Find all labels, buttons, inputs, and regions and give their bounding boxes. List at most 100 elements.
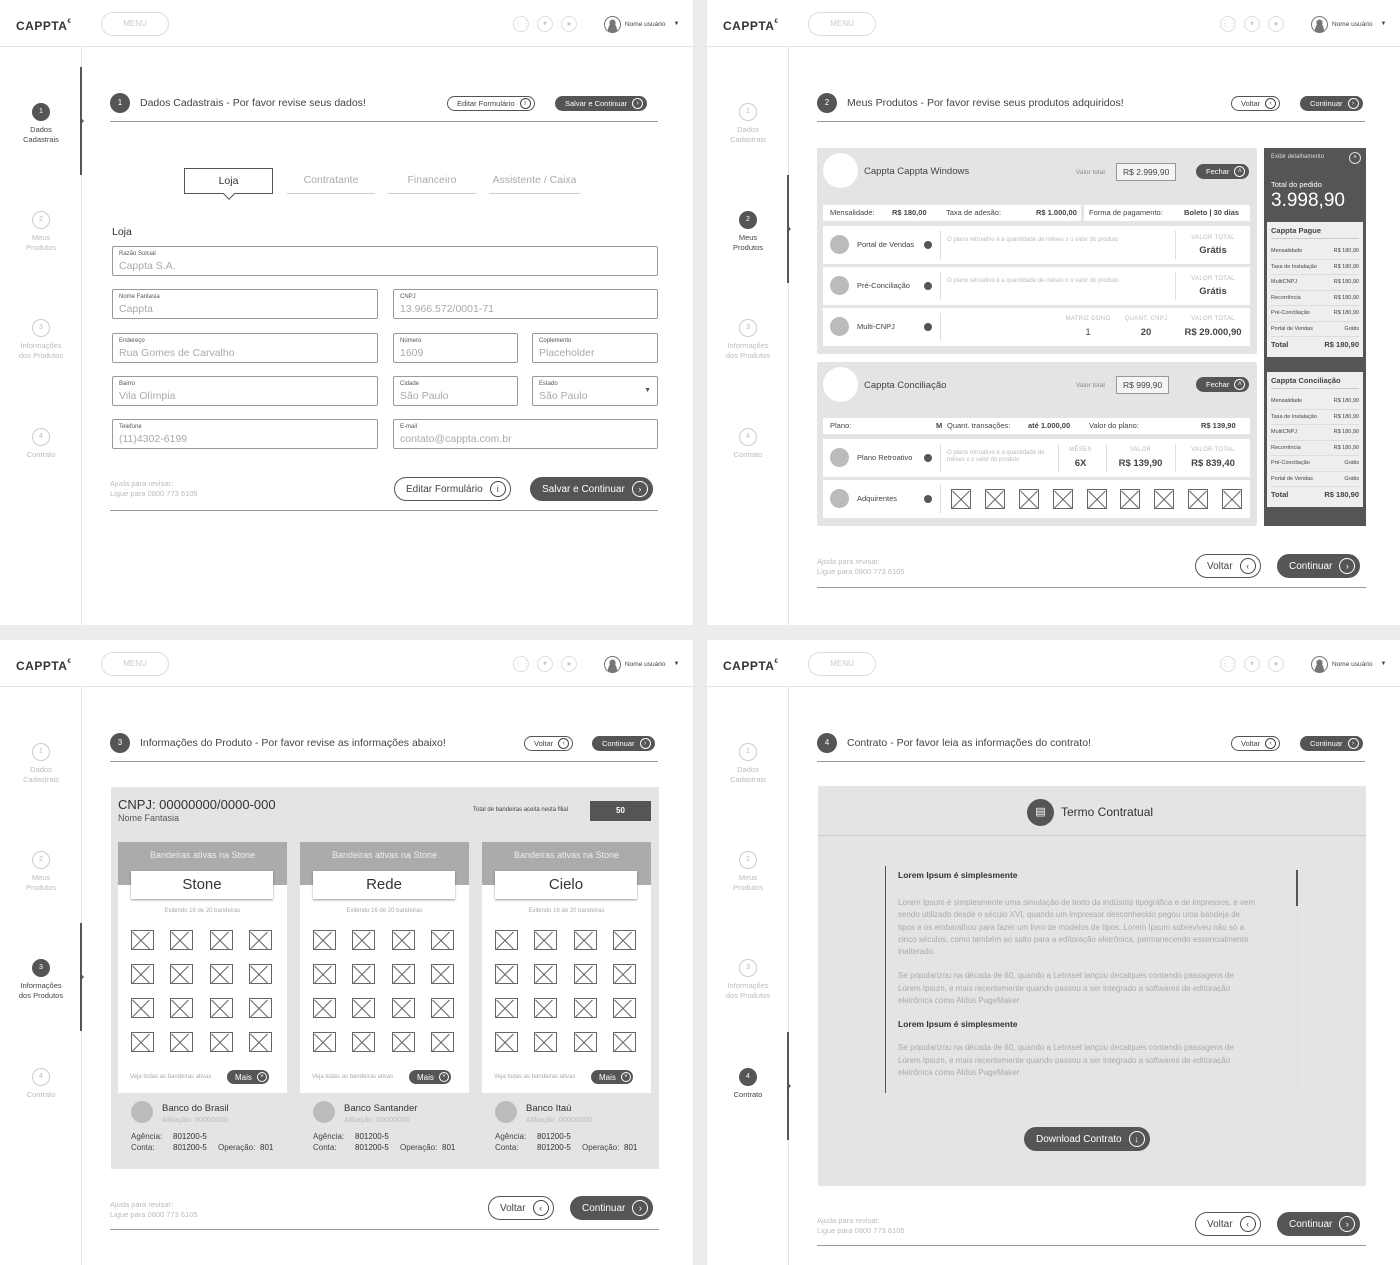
bairro-field[interactable]: Bairro Vila Olímpia	[112, 376, 378, 406]
step-4[interactable]: 4 Contrato	[707, 428, 789, 460]
bell-icon[interactable]: ●	[1268, 16, 1284, 32]
user-menu[interactable]: Nome usuário ▼	[1311, 654, 1386, 674]
menu-button[interactable]: MENU	[101, 652, 169, 676]
chevron-up-icon[interactable]: ˄	[1349, 152, 1361, 164]
cart-icon[interactable]: ▾	[537, 656, 553, 672]
logo[interactable]: CAPPTA€	[16, 19, 71, 33]
view-all-flags-link[interactable]: Veja todas as bandeiras ativas	[130, 1074, 211, 1080]
step-number: 3	[110, 733, 130, 753]
menu-button[interactable]: MENU	[101, 12, 169, 36]
flags-count: Exibindo 16 de 20 bandeiras	[346, 908, 423, 914]
info-icon[interactable]	[924, 282, 932, 290]
close-product-button[interactable]: Fechar ˄	[1196, 164, 1250, 179]
step-3[interactable]: 3 Informações dos Produtos	[0, 319, 82, 361]
tab-contratante[interactable]: Contratante	[287, 168, 375, 194]
toggle-details[interactable]: Exibir detalhamento	[1271, 154, 1324, 160]
more-button[interactable]: Mais ˅	[591, 1070, 633, 1084]
back-button[interactable]: Voltar ‹	[1195, 554, 1261, 578]
grid-icon[interactable]: ⋮⋮	[513, 656, 530, 672]
chevron-left-icon: ‹	[1239, 1216, 1256, 1232]
user-menu[interactable]: Nome usuário ▼	[1311, 14, 1386, 34]
razao-social-field[interactable]: Razão Solcial Cappta S.A.	[112, 246, 658, 276]
save-continue-button[interactable]: Salvar e Continuar ›	[530, 477, 653, 501]
cart-icon[interactable]: ▾	[1244, 656, 1260, 672]
back-button-top[interactable]: Voltar ‹	[1231, 96, 1281, 111]
email-field[interactable]: E-mail contato@cappta.com.br	[393, 419, 658, 449]
more-button[interactable]: Mais ˅	[227, 1070, 269, 1084]
telefone-field[interactable]: Telefone (11)4302-6199	[112, 419, 378, 449]
back-button-top[interactable]: Voltar ‹	[524, 736, 574, 751]
logo[interactable]: CAPPTA€	[723, 19, 778, 33]
logo[interactable]: CAPPTA€	[16, 659, 71, 673]
step-2[interactable]: 2 Meus Produtos	[707, 851, 789, 893]
help-text: Ajuda para revisar: Ligue para 0800 773 6…	[110, 1200, 198, 1219]
chevron-down-icon: ▼	[673, 21, 680, 27]
dropdown-arrow-icon: ▼	[644, 387, 651, 394]
step-3[interactable]: 3 Informações dos Produtos	[0, 959, 82, 1001]
continue-button[interactable]: Continuar ›	[1277, 1212, 1361, 1236]
endereco-field[interactable]: Endereço Rua Gomes de Carvalho	[112, 333, 378, 363]
view-all-flags-link[interactable]: Veja todas as bandeiras ativas	[312, 1074, 393, 1080]
info-icon[interactable]	[924, 454, 932, 462]
step-2[interactable]: 2 Meus Produtos	[707, 211, 789, 253]
menu-button[interactable]: MENU	[808, 12, 876, 36]
contract-text[interactable]: Lorem Ipsum é simplesmente Lorem Ipsum é…	[885, 866, 1298, 1093]
continue-button-top[interactable]: Continuar ›	[1300, 96, 1363, 111]
chevron-right-icon: ›	[632, 98, 644, 109]
view-all-flags-link[interactable]: Veja todas as bandeiras ativas	[494, 1074, 575, 1080]
menu-button[interactable]: MENU	[808, 652, 876, 676]
step-2[interactable]: 2 Meus Produtos	[0, 851, 82, 893]
step-4[interactable]: 4 Contrato	[707, 1068, 789, 1100]
bell-icon[interactable]: ●	[561, 16, 577, 32]
step-1[interactable]: 1 Dados Cadastrais	[0, 103, 82, 145]
info-icon[interactable]	[924, 495, 932, 503]
save-continue-button-top[interactable]: Salvar e Continuar ›	[555, 96, 648, 111]
tab-assistente-caixa[interactable]: Assistente / Caixa	[489, 168, 580, 194]
close-product-button[interactable]: Fechar ˄	[1196, 377, 1250, 392]
edit-form-button[interactable]: Editar Formulário i	[394, 477, 511, 501]
cart-icon[interactable]: ▾	[537, 16, 553, 32]
grid-icon[interactable]: ⋮⋮	[1220, 16, 1237, 32]
complemento-field[interactable]: Coplemento Placeholder	[532, 333, 658, 363]
estado-select[interactable]: Estado São Paulo ▼	[532, 376, 658, 406]
tab-loja[interactable]: Loja	[184, 168, 273, 194]
cart-icon[interactable]: ▾	[1244, 16, 1260, 32]
step-3[interactable]: 3 Informações dos Produtos	[707, 319, 789, 361]
grid-icon[interactable]: ⋮⋮	[1220, 656, 1237, 672]
step-1[interactable]: 1 Dados Cadastrais	[707, 743, 789, 785]
bell-icon[interactable]: ●	[561, 656, 577, 672]
bell-icon[interactable]: ●	[1268, 656, 1284, 672]
grid-icon[interactable]: ⋮⋮	[513, 16, 530, 32]
step-4[interactable]: 4 Contrato	[0, 428, 82, 460]
continue-button-top[interactable]: Continuar ›	[1300, 736, 1363, 751]
user-menu[interactable]: Nome usuário ▼	[604, 14, 679, 34]
card-flag-logo	[170, 998, 193, 1018]
numero-field[interactable]: Número 1609	[393, 333, 518, 363]
back-button[interactable]: Voltar ‹	[1195, 1212, 1261, 1236]
step-2[interactable]: 2 Meus Produtos	[0, 211, 82, 253]
page-title: Meus Produtos - Por favor revise seus pr…	[847, 97, 1124, 109]
info-icon[interactable]	[924, 323, 932, 331]
step-1[interactable]: 1 Dados Cadastrais	[0, 743, 82, 785]
info-icon[interactable]	[924, 241, 932, 249]
item-icon	[830, 235, 849, 254]
chevron-right-icon: ›	[1347, 98, 1359, 109]
step-3[interactable]: 3 Informações dos Produtos	[707, 959, 789, 1001]
user-menu[interactable]: Nome usuário ▼	[604, 654, 679, 674]
more-button[interactable]: Mais ˅	[409, 1070, 451, 1084]
back-button[interactable]: Voltar ‹	[488, 1196, 554, 1220]
back-button-top[interactable]: Voltar ‹	[1231, 736, 1281, 751]
cnpj-field[interactable]: CNPJ 13.966.572/0001-71	[393, 289, 658, 319]
step-4[interactable]: 4 Contrato	[0, 1068, 82, 1100]
tab-financeiro[interactable]: Financeiro	[388, 168, 476, 194]
download-contract-button[interactable]: Download Contrato ↓	[1024, 1127, 1150, 1151]
scrollbar-thumb[interactable]	[1296, 870, 1298, 906]
cidade-field[interactable]: Cidade São Paulo	[393, 376, 518, 406]
edit-form-button-top[interactable]: Editar Formulário i	[447, 96, 535, 111]
continue-button[interactable]: Continuar ›	[1277, 554, 1361, 578]
continue-button[interactable]: Continuar ›	[570, 1196, 654, 1220]
step-1[interactable]: 1 Dados Cadastrais	[707, 103, 789, 145]
nome-fantasia-field[interactable]: Nome Fantasia Cappta	[112, 289, 378, 319]
logo[interactable]: CAPPTA€	[723, 659, 778, 673]
continue-button-top[interactable]: Continuar ›	[592, 736, 655, 751]
